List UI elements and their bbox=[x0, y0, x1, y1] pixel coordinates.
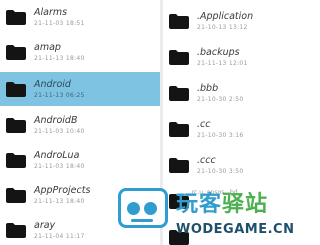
file-date: 21-10-13 13:12 bbox=[197, 23, 248, 31]
watermark-cn-part1: 玩客 bbox=[176, 192, 223, 217]
file-row[interactable]: .Application 21-10-13 13:12 bbox=[163, 4, 320, 38]
robot-mouth-icon bbox=[131, 219, 153, 222]
file-name: AndroidB bbox=[34, 114, 78, 126]
file-date: 21-10-30 2:50 bbox=[197, 95, 244, 103]
folder-icon bbox=[169, 121, 189, 137]
folder-icon bbox=[6, 81, 26, 97]
robot-eye-icon bbox=[144, 202, 157, 215]
file-name: Alarms bbox=[34, 6, 68, 18]
file-row[interactable]: .backups 21-11-13 12:01 bbox=[163, 40, 320, 74]
file-row[interactable]: AndroLua 21-11-03 18:40 bbox=[0, 143, 160, 177]
file-name: .cc bbox=[197, 118, 211, 130]
folder-icon bbox=[6, 152, 26, 168]
file-date: 21-11-13 06:25 bbox=[34, 91, 85, 99]
file-name: aray bbox=[34, 219, 56, 231]
folder-icon bbox=[169, 13, 189, 29]
watermark-en-text: WODEGAME.CN bbox=[176, 222, 295, 237]
file-name: Android bbox=[34, 78, 71, 90]
watermark-cn-part2: 驿站 bbox=[222, 192, 269, 217]
file-date: 21-10-30 3:50 bbox=[197, 167, 244, 175]
file-row[interactable]: .ccc 21-10-30 3:50 bbox=[163, 148, 320, 182]
file-date: 21-11-13 18:40 bbox=[34, 54, 85, 62]
folder-icon bbox=[6, 117, 26, 133]
watermark-cn-text: 玩客驿站 bbox=[176, 186, 268, 218]
file-name: AppProjects bbox=[34, 184, 91, 196]
folder-icon bbox=[169, 85, 189, 101]
file-row[interactable]: .cc 21-10-30 3:16 bbox=[163, 112, 320, 146]
file-row[interactable]: AndroidB 21-11-03 10:40 bbox=[0, 108, 160, 142]
file-date: 21-10-30 3:16 bbox=[197, 131, 244, 139]
file-name: .ccc bbox=[197, 154, 216, 166]
robot-eye-icon bbox=[127, 202, 140, 215]
file-row[interactable]: Alarms 21-11-03 18:51 bbox=[0, 0, 160, 34]
file-name: .bbb bbox=[197, 82, 219, 94]
folder-icon bbox=[169, 157, 189, 173]
file-row[interactable]: .bbb 21-10-30 2:50 bbox=[163, 76, 320, 110]
file-date: 21-11-13 18:40 bbox=[34, 197, 85, 205]
folder-icon bbox=[169, 49, 189, 65]
watermark-robot-logo bbox=[118, 188, 168, 228]
folder-icon bbox=[6, 9, 26, 25]
folder-icon bbox=[6, 222, 26, 238]
file-name: .backups bbox=[197, 46, 240, 58]
file-date: 21-11-03 18:40 bbox=[34, 162, 85, 170]
file-name: amap bbox=[34, 41, 61, 53]
file-row[interactable]: amap 21-11-13 18:40 bbox=[0, 35, 160, 69]
file-date: 21-11-13 12:01 bbox=[197, 59, 248, 67]
file-name: .Application bbox=[197, 10, 254, 22]
file-date: 21-11-03 10:40 bbox=[34, 127, 85, 135]
folder-icon bbox=[6, 44, 26, 60]
file-date: 21-11-04 11:17 bbox=[34, 232, 85, 240]
file-name: AndroLua bbox=[34, 149, 80, 161]
file-date: 21-11-03 18:51 bbox=[34, 19, 85, 27]
folder-icon bbox=[6, 187, 26, 203]
file-row-selected[interactable]: Android 21-11-13 06:25 bbox=[0, 72, 160, 106]
